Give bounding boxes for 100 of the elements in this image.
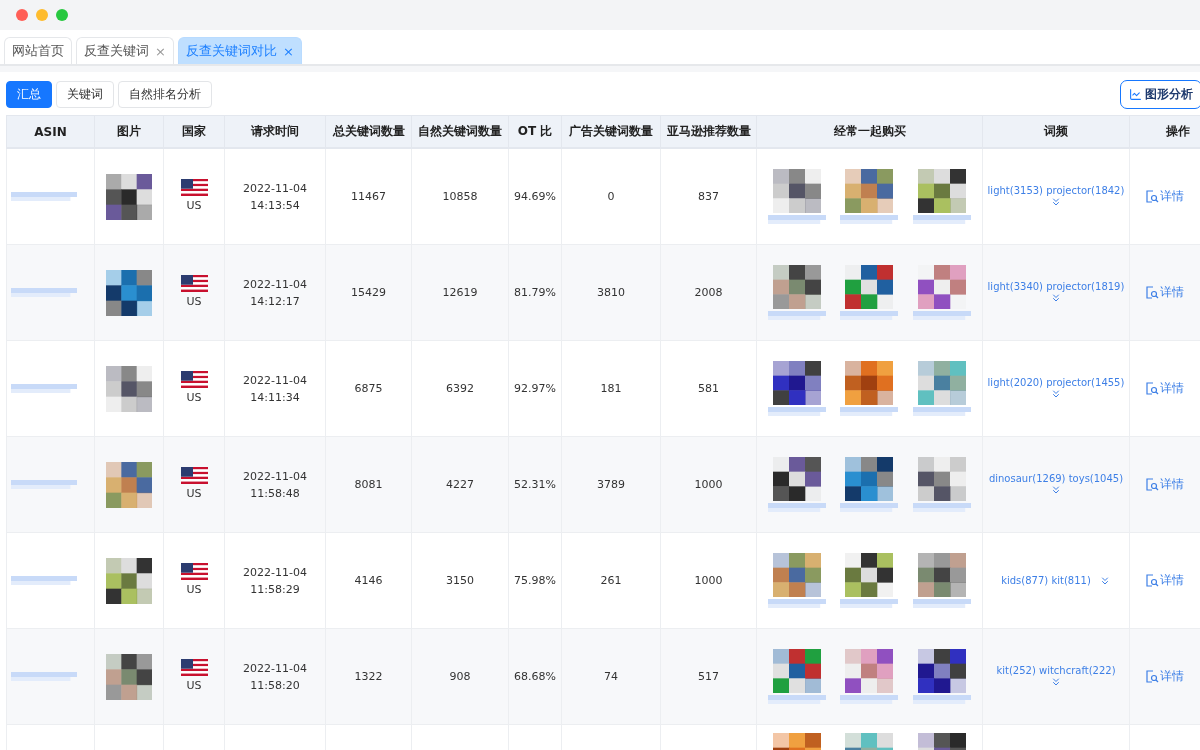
detail-link[interactable]: 详情 <box>1146 667 1184 685</box>
redacted-text-drawing <box>840 214 899 225</box>
view-button[interactable]: 自然排名分析 <box>118 80 212 108</box>
column-header: 操作 <box>1129 115 1200 148</box>
page-tab[interactable]: 反查关键词对比 × <box>177 37 302 64</box>
request-time: 11:58:20 <box>249 677 301 694</box>
redacted-text-drawing <box>912 694 971 705</box>
chart-analysis-button[interactable]: 图形分析 <box>1120 79 1200 109</box>
redacted-text-drawing <box>768 598 827 609</box>
detail-link[interactable]: 详情 <box>1146 379 1184 397</box>
country-code: US <box>186 678 202 694</box>
detail-link[interactable]: 详情 <box>1146 571 1184 589</box>
table-cell: 837 <box>660 148 757 245</box>
table-cell: 908 <box>411 628 509 725</box>
table-cell: 0 <box>561 148 661 245</box>
detail-link[interactable]: 详情 <box>1146 187 1184 205</box>
redacted-text-drawing <box>11 575 77 586</box>
country-code: US <box>186 390 202 406</box>
page-tab[interactable]: 反查关键词 × <box>76 37 174 64</box>
table-cell: 94.69% <box>508 148 562 245</box>
table-cell: 4227 <box>411 436 509 533</box>
maximize-window-icon[interactable] <box>56 9 68 21</box>
column-header: 亚马逊推荐数量 <box>660 115 757 148</box>
redacted-text-drawing <box>912 502 971 513</box>
request-date: 2022-11-04 <box>242 180 308 197</box>
redacted-text-drawing <box>840 310 899 321</box>
flag-icon <box>180 467 208 484</box>
expand-icon[interactable] <box>1050 484 1062 496</box>
search-icon <box>1146 381 1159 395</box>
word-frequency-link[interactable]: dinosaur(1269) toys(1045) <box>988 473 1124 484</box>
detail-link[interactable]: 详情 <box>1146 283 1184 301</box>
view-button[interactable]: 汇总 <box>6 80 52 108</box>
redacted-text-drawing <box>912 406 971 417</box>
expand-icon[interactable] <box>1050 388 1062 400</box>
search-icon <box>1146 573 1159 587</box>
word-frequency-link[interactable]: light(2020) projector(1455) <box>987 377 1125 388</box>
table-cell: 181 <box>561 340 661 437</box>
table-cell: 52.31% <box>508 436 562 533</box>
redacted-text-drawing <box>768 502 827 513</box>
table-cell: 3810 <box>561 244 661 341</box>
request-time: 11:58:29 <box>249 581 301 598</box>
redacted-text-drawing <box>912 598 971 609</box>
redacted-text-drawing <box>11 479 77 490</box>
redacted-text-drawing <box>11 383 77 394</box>
table-cell: 3150 <box>411 532 509 629</box>
table-cell: 74 <box>561 628 661 725</box>
column-header: 国家 <box>163 115 225 148</box>
search-icon <box>1146 477 1159 491</box>
close-icon[interactable]: × <box>155 43 166 59</box>
request-date: 2022-11-04 <box>242 372 308 389</box>
request-date: 2022-11-04 <box>242 660 308 677</box>
column-header: 广告关键词数量 <box>561 115 661 148</box>
table-cell: 261 <box>561 532 661 629</box>
table-cell: 4146 <box>325 532 412 629</box>
close-window-icon[interactable] <box>16 9 28 21</box>
request-date: 2022-11-04 <box>242 564 308 581</box>
redacted-text-drawing <box>912 310 971 321</box>
redacted-text-drawing <box>912 214 971 225</box>
redacted-text-drawing <box>768 694 827 705</box>
redacted-text-drawing <box>768 406 827 417</box>
detail-link[interactable]: 详情 <box>1146 475 1184 493</box>
redacted-text-drawing <box>840 598 899 609</box>
table-cell: 6392 <box>411 340 509 437</box>
column-header: 自然关键词数量 <box>411 115 509 148</box>
column-header: 词频 <box>982 115 1130 148</box>
redacted-text-drawing <box>768 214 827 225</box>
close-icon[interactable]: × <box>282 43 294 59</box>
request-time: 14:12:17 <box>249 293 301 310</box>
word-frequency-link[interactable]: light(3340) projector(1819) <box>987 281 1125 292</box>
flag-icon <box>180 563 208 580</box>
page-tab[interactable]: 网站首页 <box>4 37 72 64</box>
column-header: 图片 <box>94 115 164 148</box>
request-time: 14:13:54 <box>249 197 301 214</box>
table-cell: 68.68% <box>508 628 562 725</box>
redacted-text-drawing <box>840 406 899 417</box>
view-button[interactable]: 关键词 <box>56 80 114 108</box>
expand-icon[interactable] <box>1050 196 1062 208</box>
redacted-text-drawing <box>11 287 77 298</box>
country-code: US <box>186 198 202 214</box>
word-frequency-link[interactable]: kids(877) kit(811) <box>1001 575 1091 586</box>
redacted-text-drawing <box>11 671 77 682</box>
table-cell: 12619 <box>411 244 509 341</box>
redacted-text-drawing <box>768 310 827 321</box>
flag-icon <box>180 371 208 388</box>
table-cell: 2008 <box>660 244 757 341</box>
redacted-text-drawing <box>11 191 77 202</box>
word-frequency-link[interactable]: kit(252) witchcraft(222) <box>996 665 1116 676</box>
expand-icon[interactable] <box>1050 292 1062 304</box>
word-frequency-link[interactable]: light(3153) projector(1842) <box>987 185 1125 196</box>
table-cell: 10858 <box>411 148 509 245</box>
table-cell: 1000 <box>660 532 757 629</box>
table-cell: 75.98% <box>508 532 562 629</box>
table-cell: 1000 <box>660 436 757 533</box>
table-cell: 8081 <box>325 436 412 533</box>
flag-icon <box>180 659 208 676</box>
column-header: 请求时间 <box>224 115 326 148</box>
country-code: US <box>186 486 202 502</box>
table-cell: 92.97% <box>508 340 562 437</box>
request-time: 14:11:34 <box>249 389 301 406</box>
expand-icon[interactable] <box>1050 676 1062 688</box>
